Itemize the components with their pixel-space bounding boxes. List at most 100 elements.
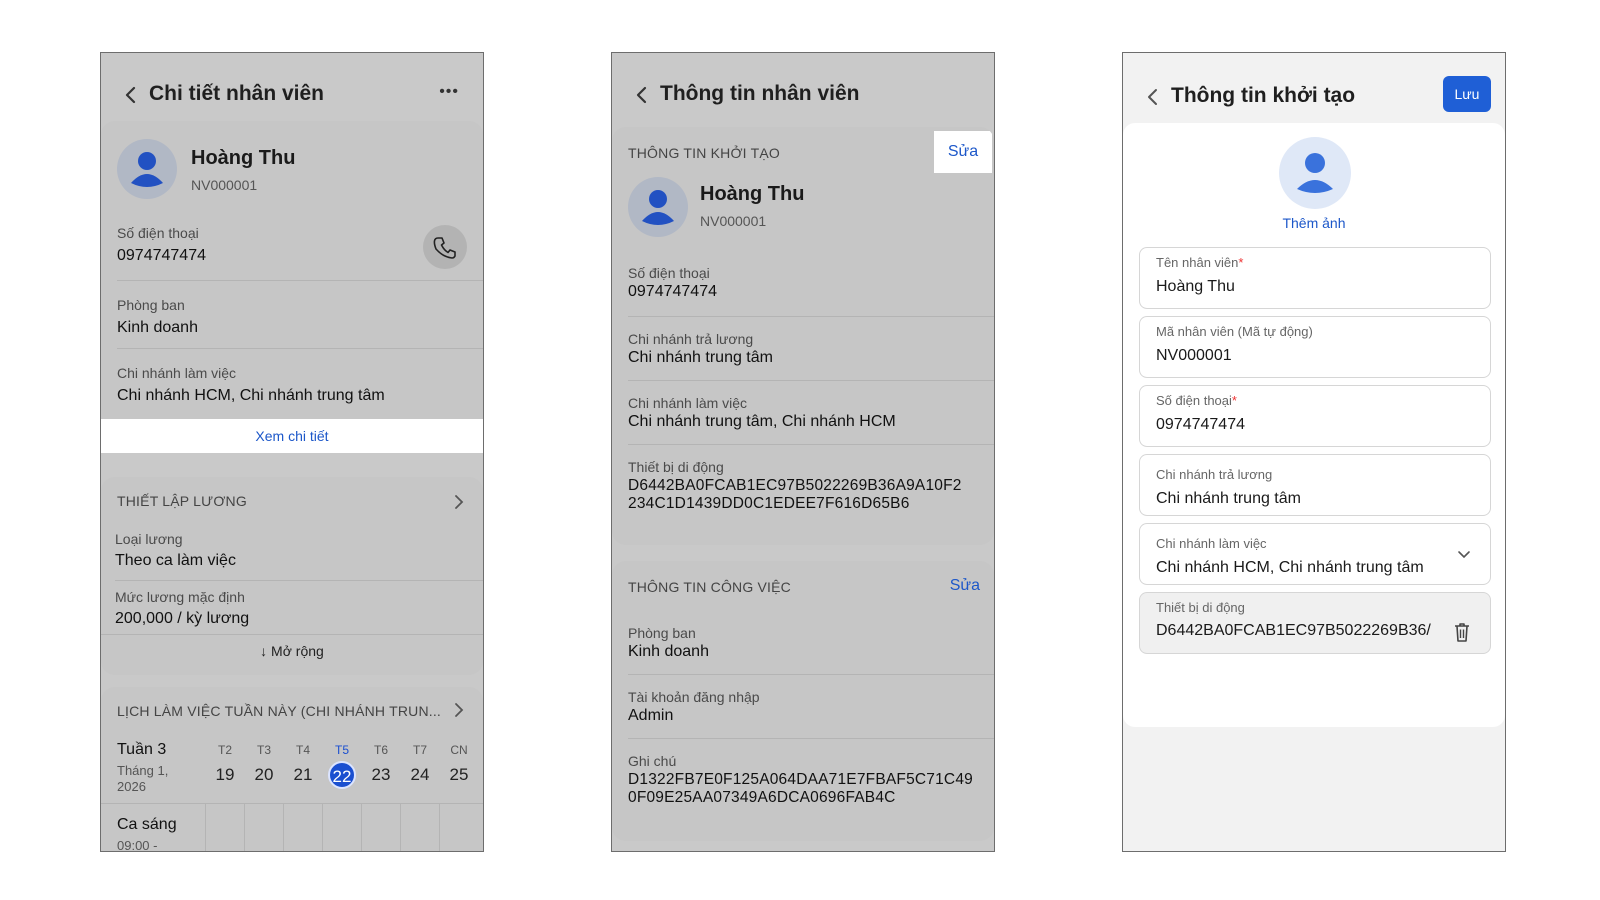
- shift-cell[interactable]: ✓: [439, 804, 478, 851]
- phone-icon: [433, 237, 456, 259]
- month-label: Tháng 1,: [117, 763, 169, 778]
- chevron-right-icon[interactable]: [453, 701, 465, 719]
- phone-value: 0974747474: [1156, 416, 1245, 433]
- check-icon: ✓: [284, 850, 322, 851]
- shift-cell[interactable]: ✓: [400, 804, 439, 851]
- phone-label: Số điện thoại: [1156, 393, 1232, 408]
- weekday-label: T5: [334, 743, 349, 757]
- shift-cell[interactable]: ✓: [283, 804, 322, 851]
- back-arrow-icon[interactable]: [1143, 83, 1163, 111]
- device-field: Thiết bị di động D6442BA0FCAB1EC97B50222…: [1139, 592, 1491, 654]
- view-detail-button[interactable]: Xem chi tiết: [101, 419, 483, 453]
- employee-code-field[interactable]: Mã nhân viên (Mã tự động) NV000001: [1139, 316, 1491, 378]
- login-value: Admin: [628, 707, 674, 724]
- week-label: Tuần 3: [117, 741, 167, 758]
- form-panel: Thêm ảnh Tên nhân viên* Hoàng Thu Mã nhâ…: [1123, 123, 1505, 727]
- back-arrow-icon[interactable]: [632, 81, 652, 109]
- day-number[interactable]: 23: [367, 761, 395, 789]
- back-arrow-icon[interactable]: [121, 81, 141, 109]
- department-value: Kinh doanh: [117, 319, 198, 336]
- day-number[interactable]: 19: [211, 761, 239, 789]
- shift-cell[interactable]: ✓: [361, 804, 400, 851]
- employee-code: NV000001: [700, 213, 767, 229]
- job-section-title: THÔNG TIN CÔNG VIỆC: [628, 579, 791, 595]
- check-icon: ✓: [323, 850, 361, 851]
- employee-name-label: Tên nhân viên: [1156, 255, 1239, 270]
- work-branch-value: Chi nhánh HCM, Chi nhánh trung tâm: [117, 387, 385, 404]
- salary-section-title: THIẾT LẬP LƯƠNG: [117, 493, 247, 509]
- init-info-card: THÔNG TIN KHỞI TẠO Sửa Hoàng Thu NV00000…: [612, 127, 994, 545]
- device-value-line2: 234C1D1439DD0C1EDEE7F616D65B6: [628, 495, 910, 512]
- page-title: Thông tin nhân viên: [660, 82, 860, 105]
- phone-row: Số điện thoại 0974747474: [117, 215, 483, 281]
- call-button[interactable]: [423, 225, 467, 269]
- employee-detail-screen: Chi tiết nhân viên ••• Hoàng Thu NV00000…: [100, 52, 484, 852]
- phone-value: 0974747474: [117, 247, 206, 264]
- header: Thông tin nhân viên: [612, 53, 994, 133]
- year-label: 2026: [117, 779, 146, 794]
- save-button[interactable]: Lưu: [1443, 76, 1491, 112]
- department-label: Phòng ban: [628, 625, 696, 641]
- trash-icon[interactable]: [1452, 621, 1472, 643]
- device-value-line1: D6442BA0FCAB1EC97B5022269B36A9A10F2: [628, 477, 962, 494]
- day-number[interactable]: 21: [289, 761, 317, 789]
- salary-type-row: Loại lương Theo ca làm việc: [115, 521, 483, 581]
- job-info-card: THÔNG TIN CÔNG VIỆC Sửa Phòng ban Kinh d…: [612, 561, 994, 841]
- check-icon: ✓: [206, 850, 244, 851]
- shift-cell[interactable]: ✓: [244, 804, 283, 851]
- phone-row: Số điện thoại 0974747474: [628, 253, 994, 317]
- employee-info-screen: Thông tin nhân viên THÔNG TIN KHỞI TẠO S…: [611, 52, 995, 852]
- more-options-icon[interactable]: •••: [439, 83, 459, 101]
- pay-branch-label: Chi nhánh trả lương: [1156, 467, 1273, 482]
- phone-label: Số điện thoại: [117, 225, 199, 241]
- work-branch-label: Chi nhánh làm việc: [1156, 536, 1267, 551]
- work-branch-select[interactable]: Chi nhánh làm việc Chi nhánh HCM, Chi nh…: [1139, 523, 1491, 585]
- avatar-upload[interactable]: [1279, 137, 1351, 209]
- day-number[interactable]: 25: [445, 761, 473, 789]
- check-icon: ✓: [401, 850, 439, 851]
- phone-field[interactable]: Số điện thoại* 0974747474: [1139, 385, 1491, 447]
- pay-branch-field[interactable]: Chi nhánh trả lương Chi nhánh trung tâm: [1139, 454, 1491, 516]
- phone-label: Số điện thoại: [628, 265, 710, 281]
- default-salary-row: Mức lương mặc định 200,000 / kỳ lương: [101, 581, 483, 635]
- weekday-label: T3: [256, 743, 271, 757]
- shift-time: 09:00 -: [117, 838, 158, 852]
- shift-row: Ca sáng 09:00 - ✓✓✓✓✓✓✓: [101, 803, 483, 852]
- weekday-label: T4: [295, 743, 310, 757]
- employee-code-label: Mã nhân viên (Mã tự động): [1156, 324, 1313, 339]
- shift-cell[interactable]: ✓: [205, 804, 244, 851]
- department-row: Phòng ban Kinh doanh: [117, 281, 483, 349]
- check-icon: ✓: [362, 850, 400, 851]
- employee-name-field[interactable]: Tên nhân viên* Hoàng Thu: [1139, 247, 1491, 309]
- default-salary-label: Mức lương mặc định: [115, 589, 245, 605]
- selected-day[interactable]: 22: [328, 761, 356, 789]
- edit-init-button[interactable]: Sửa: [934, 131, 992, 173]
- work-branch-value: Chi nhánh trung tâm, Chi nhánh HCM: [628, 413, 896, 430]
- day-number[interactable]: 24: [406, 761, 434, 789]
- required-mark: *: [1238, 255, 1244, 270]
- day-number[interactable]: 20: [250, 761, 278, 789]
- note-row: Ghi chú D1322FB7E0F125A064DAA71E7FBAF5C7…: [628, 739, 994, 829]
- edit-job-button[interactable]: Sửa: [950, 577, 980, 595]
- shift-cell[interactable]: ✓: [322, 804, 361, 851]
- department-row: Phòng ban Kinh doanh: [628, 611, 994, 675]
- profile-card: Hoàng Thu NV000001 Số điện thoại 0974747…: [101, 121, 483, 447]
- weekday-label: T7: [412, 743, 427, 757]
- chevron-down-icon[interactable]: [1456, 549, 1472, 561]
- expand-button[interactable]: ↓ Mở rộng: [101, 643, 483, 659]
- device-label: Thiết bị di động: [628, 459, 724, 475]
- avatar: [628, 177, 688, 237]
- employee-name: Hoàng Thu: [191, 147, 296, 169]
- shift-name: Ca sáng: [117, 816, 177, 833]
- check-icon: ✓: [440, 850, 478, 851]
- chevron-right-icon[interactable]: [453, 493, 465, 511]
- phone-value: 0974747474: [628, 283, 717, 300]
- init-section-title: THÔNG TIN KHỞI TẠO: [628, 145, 780, 161]
- add-photo-link[interactable]: Thêm ảnh: [1123, 215, 1505, 231]
- pay-branch-row: Chi nhánh trả lương Chi nhánh trung tâm: [628, 317, 994, 381]
- check-icon: ✓: [245, 850, 283, 851]
- user-icon: [642, 190, 674, 225]
- login-row: Tài khoản đăng nhập Admin: [628, 675, 994, 739]
- department-value: Kinh doanh: [628, 643, 709, 660]
- avatar: [117, 139, 177, 199]
